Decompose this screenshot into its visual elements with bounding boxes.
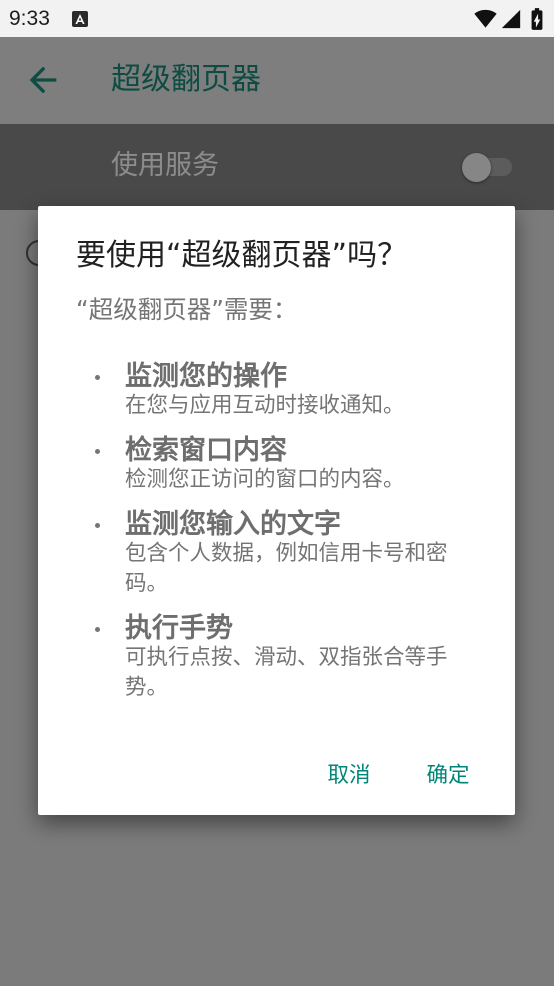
cancel-button[interactable]: 取消: [301, 746, 397, 800]
status-bar: 9:33: [0, 0, 554, 37]
permission-item: 监测您输入的文字 包含个人数据，例如信用卡号和密码。: [38, 511, 515, 599]
permission-list: 监测您的操作 在您与应用互动时接收通知。 检索窗口内容 检测您正访问的窗口的内容…: [38, 363, 515, 719]
a-notification-icon: [72, 11, 88, 27]
bullet-icon: [95, 448, 100, 454]
status-time: 9:33: [9, 7, 50, 30]
permission-description: 在您与应用互动时接收通知。: [125, 393, 405, 418]
permission-description: 包含个人数据，例如信用卡号和密码。: [125, 541, 448, 596]
permission-title: 监测您输入的文字: [125, 509, 341, 540]
permission-title: 执行手势: [125, 613, 233, 644]
bullet-icon: [95, 626, 100, 632]
dialog-title: 要使用“超级翻页器”吗？: [76, 238, 408, 273]
bullet-icon: [95, 374, 100, 380]
permission-title: 检索窗口内容: [125, 435, 287, 466]
permission-item: 检索窗口内容 检测您正访问的窗口的内容。: [38, 437, 515, 495]
bullet-icon: [95, 522, 100, 528]
permission-dialog: 要使用“超级翻页器”吗？ “超级翻页器”需要： 监测您的操作 在您与应用互动时接…: [38, 206, 515, 815]
confirm-button[interactable]: 确定: [400, 746, 496, 800]
signal-icon: [501, 9, 521, 29]
dialog-message: “超级翻页器”需要：: [76, 295, 298, 324]
battery-charging-icon: [531, 8, 543, 30]
permission-item: 执行手势 可执行点按、滑动、双指张合等手势。: [38, 615, 515, 703]
permission-title: 监测您的操作: [125, 361, 287, 392]
permission-description: 检测您正访问的窗口的内容。: [125, 467, 405, 492]
wifi-icon: [474, 9, 497, 28]
permission-item: 监测您的操作 在您与应用互动时接收通知。: [38, 363, 515, 421]
permission-description: 可执行点按、滑动、双指张合等手势。: [125, 645, 448, 700]
